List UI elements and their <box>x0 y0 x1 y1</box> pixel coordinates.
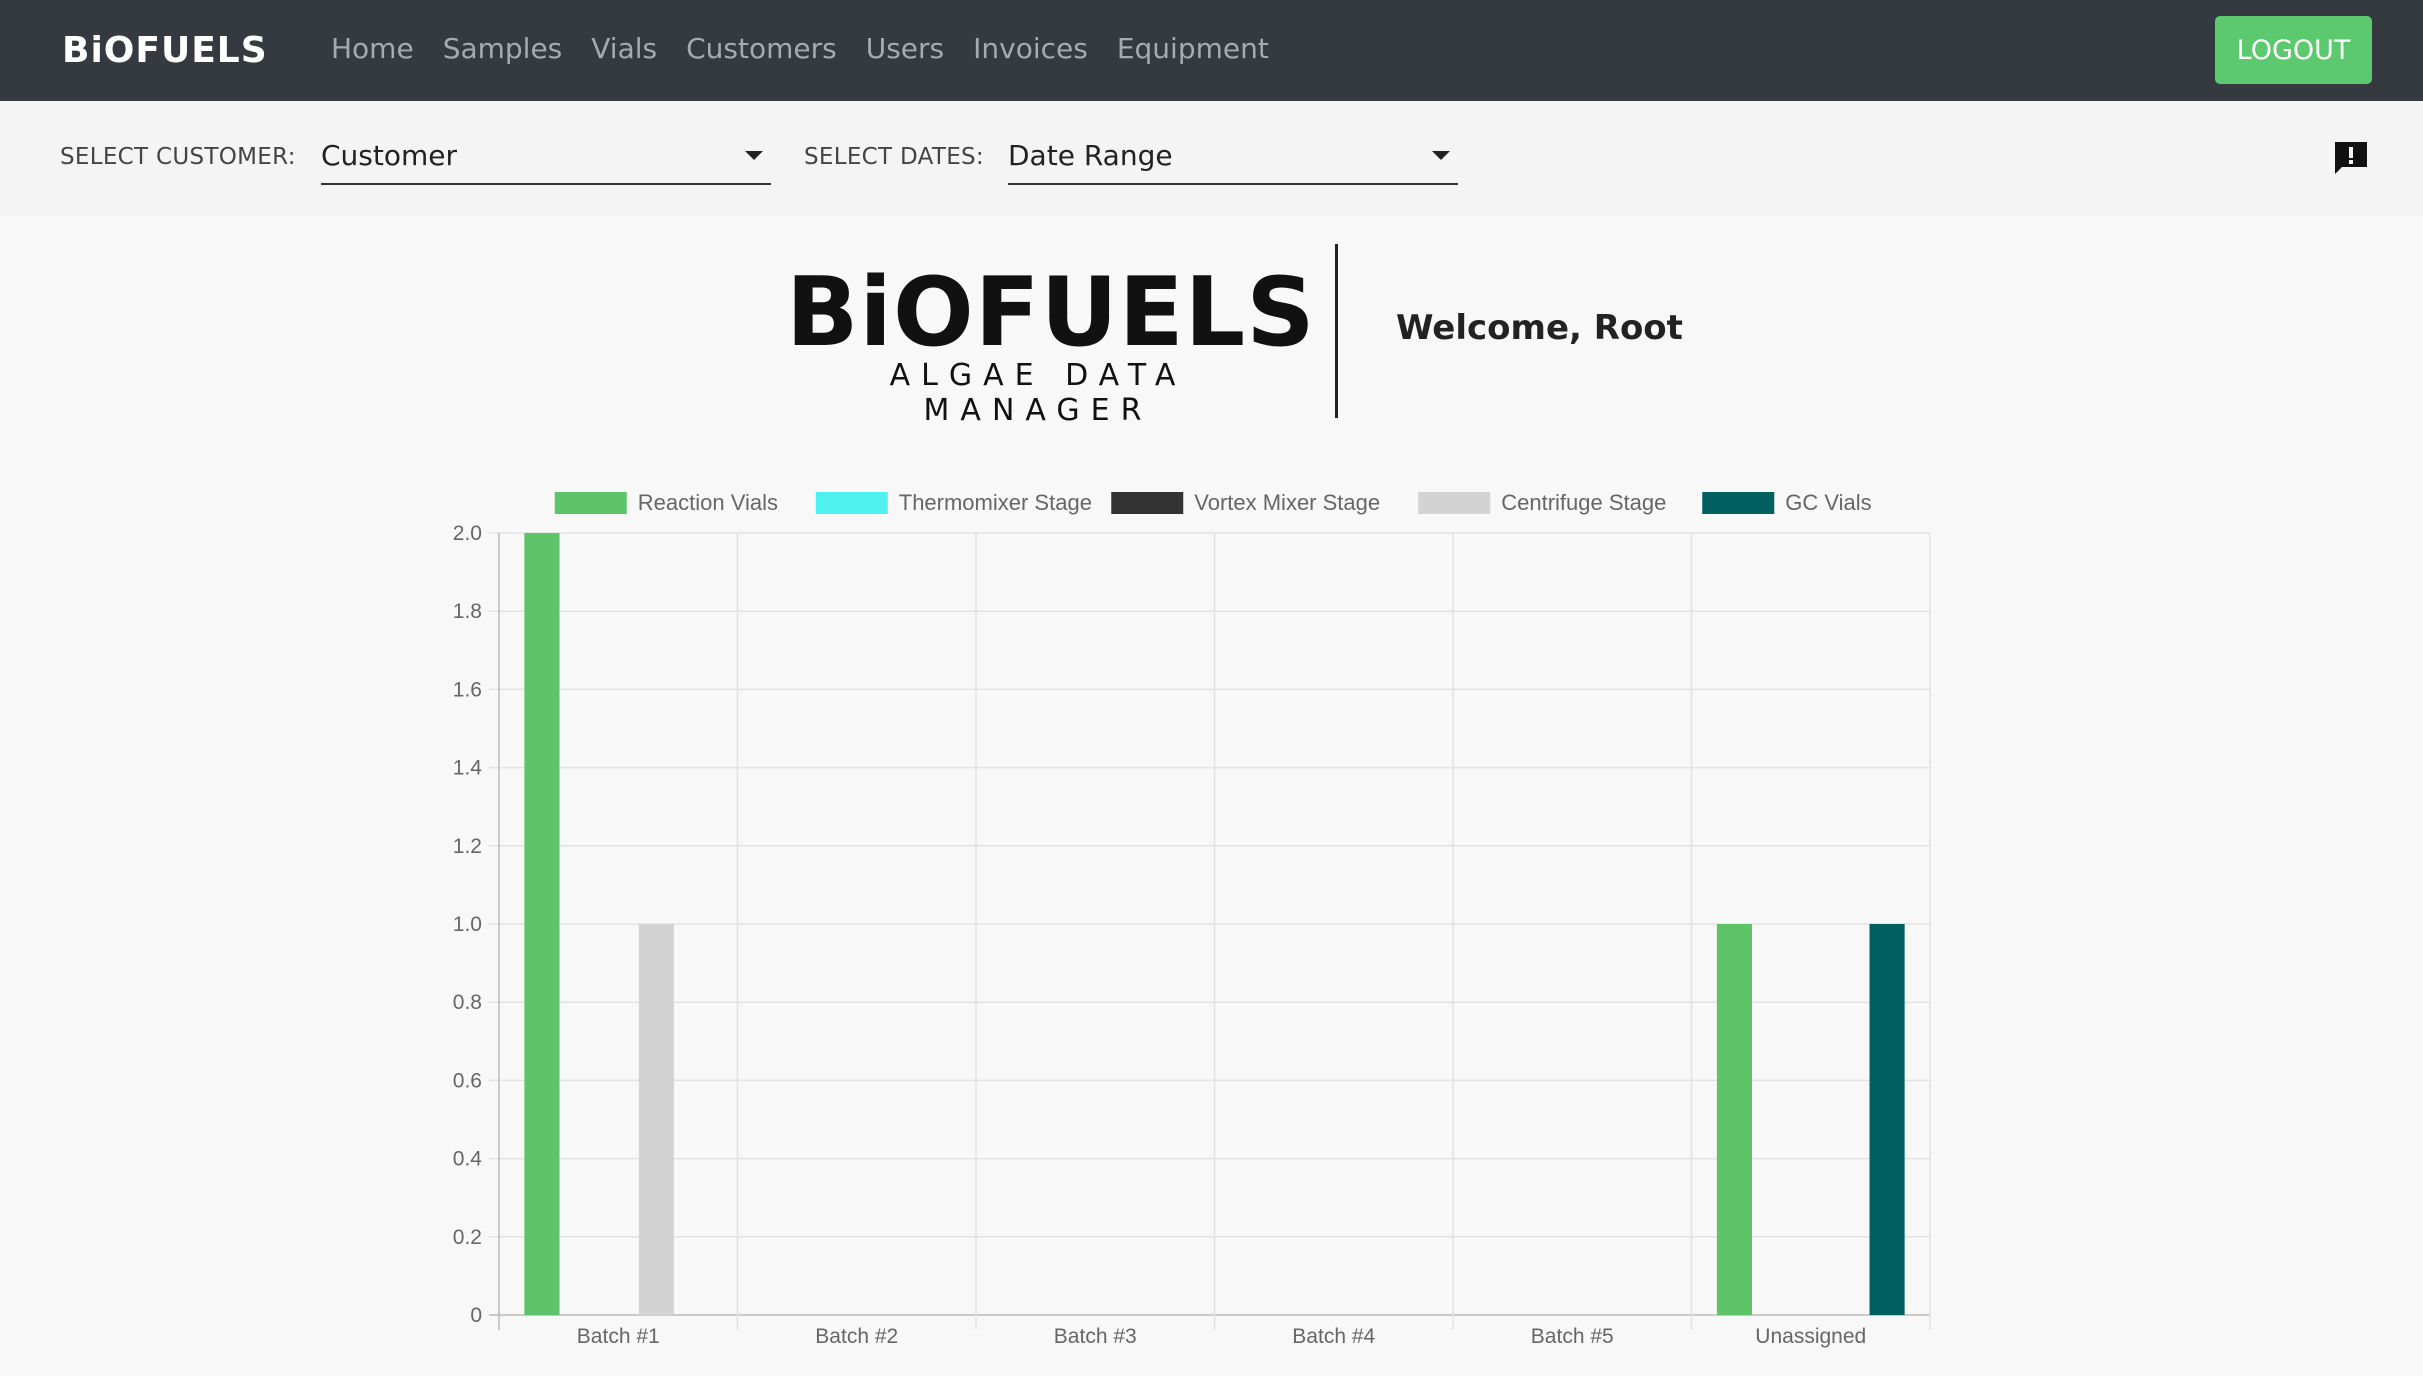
nav-link-invoices[interactable]: Invoices <box>973 32 1088 65</box>
y-tick-label: 0.2 <box>453 1226 482 1249</box>
date-range-select-value: Date Range <box>1008 139 1173 172</box>
y-tick-label: 2.0 <box>453 522 482 545</box>
chevron-down-icon <box>1432 151 1450 160</box>
bar-reaction-vials <box>1716 924 1752 1315</box>
chevron-down-icon <box>745 151 763 160</box>
top-navbar: BiOFUELS Home Samples Vials Customers Us… <box>0 0 2423 101</box>
logo-subtitle: ALGAE DATA MANAGER <box>889 358 1187 428</box>
bar-centrifuge-stage <box>638 924 674 1315</box>
x-tick-label: Batch #5 <box>1531 1325 1614 1348</box>
brand-logo[interactable]: BiOFUELS <box>62 30 268 71</box>
filter-bar: SELECT CUSTOMER: Customer SELECT DATES: … <box>0 101 2423 216</box>
nav-links: Home Samples Vials Customers Users Invoi… <box>331 32 1298 65</box>
chart-canvas: 0 0.2 0.4 0.6 0.8 1.0 1.2 1.4 1.6 1.8 2.0 Batch #1 B… <box>453 490 1931 1348</box>
select-dates-label: SELECT DATES: <box>804 144 984 170</box>
legend-swatch <box>1418 492 1491 514</box>
bar-gc-vials <box>1869 924 1905 1315</box>
header-divider <box>1335 244 1338 418</box>
x-tick-label: Batch #3 <box>1054 1325 1137 1348</box>
y-tick-label: 1.8 <box>453 600 482 623</box>
nav-link-samples[interactable]: Samples <box>443 32 563 65</box>
y-tick-label: 1.6 <box>453 678 482 701</box>
legend-label: Centrifuge Stage <box>1501 490 1666 515</box>
y-tick-label: 1.4 <box>453 757 483 780</box>
date-range-select[interactable]: Date Range <box>1008 135 1458 185</box>
y-tick-label: 0.6 <box>453 1069 482 1092</box>
nav-link-home[interactable]: Home <box>331 32 414 65</box>
welcome-message: Welcome, Root <box>1396 308 1683 348</box>
legend-label: Vortex Mixer Stage <box>1194 490 1380 515</box>
y-tick-label: 0.8 <box>453 991 482 1014</box>
y-tick-label: 1.2 <box>453 835 482 858</box>
nav-link-customers[interactable]: Customers <box>686 32 837 65</box>
x-tick-label: Batch #2 <box>815 1325 898 1348</box>
x-tick-label: Batch #4 <box>1292 1325 1375 1348</box>
customer-select[interactable]: Customer <box>321 135 771 185</box>
legend-label: GC Vials <box>1785 490 1871 515</box>
x-tick-label: Unassigned <box>1755 1325 1866 1348</box>
logout-button[interactable]: LOGOUT <box>2215 16 2372 84</box>
nav-link-vials[interactable]: Vials <box>591 32 657 65</box>
feedback-icon[interactable] <box>2332 139 2370 177</box>
legend-swatch <box>1702 492 1775 514</box>
bar-reaction-vials <box>524 533 560 1315</box>
legend-label: Reaction Vials <box>638 490 778 515</box>
app-logo: BiOFUELS ALGAE DATA MANAGER <box>786 258 1316 428</box>
legend-swatch <box>815 492 888 514</box>
nav-link-users[interactable]: Users <box>866 32 944 65</box>
y-tick-label: 1.0 <box>453 913 482 936</box>
y-tick-label: 0.4 <box>453 1148 483 1171</box>
legend-swatch <box>554 492 627 514</box>
vials-bar-chart: 0 0.2 0.4 0.6 0.8 1.0 1.2 1.4 1.6 1.8 2.0 Batch #1 B… <box>420 470 1940 1370</box>
legend-swatch <box>1111 492 1184 514</box>
legend-label: Thermomixer Stage <box>899 490 1092 515</box>
y-tick-label: 0 <box>470 1304 482 1327</box>
select-customer-label: SELECT CUSTOMER: <box>60 144 296 170</box>
customer-select-value: Customer <box>321 139 458 172</box>
logo-title: BiOFUELS <box>786 258 1316 368</box>
nav-link-equipment[interactable]: Equipment <box>1117 32 1269 65</box>
x-tick-label: Batch #1 <box>577 1325 660 1348</box>
